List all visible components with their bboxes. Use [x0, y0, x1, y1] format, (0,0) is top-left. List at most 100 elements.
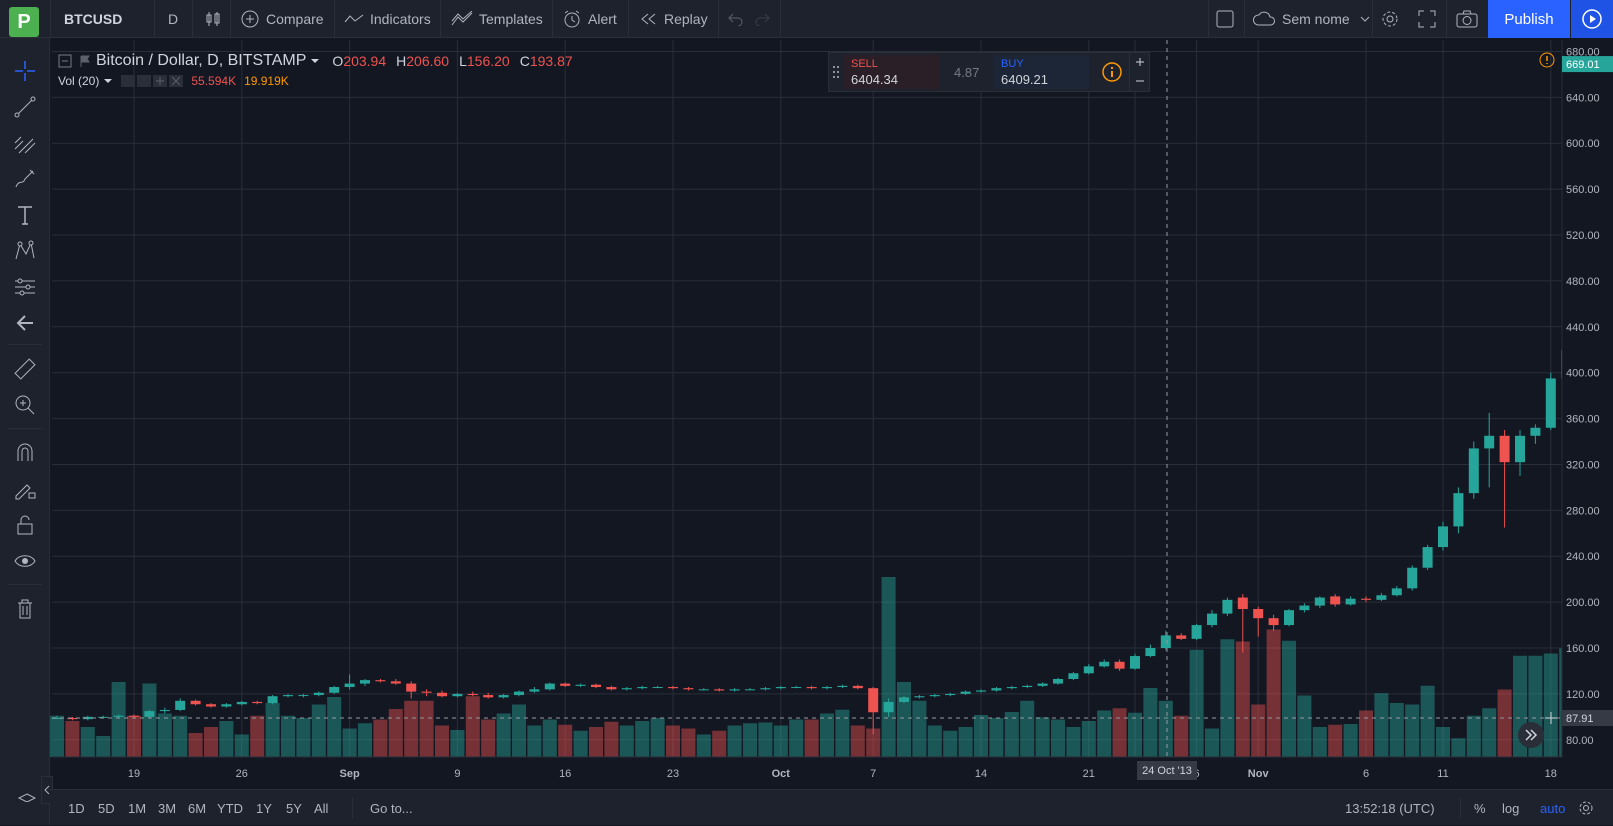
candle-body [1607, 282, 1613, 327]
redo-button[interactable] [754, 0, 770, 38]
lock-drawings-tool[interactable] [12, 512, 38, 538]
buy-sell-panel: SELL 6404.34 4.87 BUY 6409.21 [828, 52, 1150, 92]
object-tree-tool[interactable] [14, 778, 40, 804]
replay-button[interactable]: Replay [640, 0, 708, 38]
plus-icon[interactable] [1134, 56, 1146, 68]
range-button-6m[interactable]: 6M [188, 790, 206, 826]
drag-handle-icon[interactable] [832, 65, 840, 79]
pattern-tool[interactable] [12, 238, 38, 264]
price-tick-label: 560.00 [1566, 184, 1600, 196]
range-button-3m[interactable]: 3M [158, 790, 176, 826]
volume-bar [1158, 700, 1173, 757]
layout-toggle[interactable] [1216, 0, 1234, 38]
range-button-1d[interactable]: 1D [68, 790, 85, 826]
volume-bar [281, 715, 295, 757]
range-button-ytd[interactable]: YTD [217, 790, 243, 826]
price-chart[interactable]: 680.00640.00600.00560.00520.00480.00440.… [0, 0, 1613, 825]
volume-bar [388, 709, 403, 757]
candle-body [729, 689, 740, 691]
range-button-1m[interactable]: 1M [128, 790, 146, 826]
candle-body [1314, 597, 1325, 606]
stay-drawing-tool[interactable] [12, 476, 38, 502]
templates-button[interactable]: Templates [451, 0, 543, 38]
publish-button[interactable]: Publish [1488, 0, 1570, 38]
volume-bar [65, 721, 80, 757]
undo-button[interactable] [728, 0, 744, 38]
brush-tool[interactable] [12, 166, 38, 192]
log-scale-toggle[interactable]: log [1502, 790, 1519, 826]
measure-tool[interactable] [12, 356, 38, 382]
volume-title[interactable]: Vol (20) [58, 74, 99, 88]
symbol-title[interactable]: Bitcoin / Dollar, D, BITSTAMP [96, 52, 306, 70]
remove-drawings-tool[interactable] [12, 596, 38, 622]
candle-body [745, 689, 755, 691]
warning-icon[interactable] [1539, 52, 1555, 68]
time-tick-label: 21 [1083, 768, 1095, 780]
prediction-tool[interactable] [12, 274, 38, 300]
volume-bar [142, 683, 157, 757]
symbol-search[interactable]: BTCUSD [64, 0, 122, 38]
minus-icon[interactable] [1134, 75, 1146, 87]
caret-down-icon[interactable] [103, 76, 113, 86]
volume-bar [419, 700, 434, 757]
volume-bar [1035, 717, 1050, 757]
more-icon[interactable] [153, 75, 168, 87]
fullscreen-button[interactable] [1418, 0, 1436, 38]
volume-bar [727, 725, 742, 757]
range-button-1y[interactable]: 1Y [256, 790, 272, 826]
gear-icon[interactable] [137, 75, 152, 87]
volume-bar [1343, 724, 1358, 757]
volume-bar [80, 727, 95, 757]
candle-body [914, 696, 925, 698]
goto-date-button[interactable]: Go to... [370, 790, 413, 826]
settings-button[interactable] [1380, 0, 1400, 38]
candle-body [206, 704, 216, 707]
clock-time[interactable]: 13:52:18 (UTC) [1345, 790, 1435, 826]
info-icon[interactable] [1101, 61, 1123, 83]
volume-bar [1097, 710, 1112, 757]
hide-drawings-tool[interactable] [12, 548, 38, 574]
trend-line-tool[interactable] [12, 94, 38, 120]
eye-icon[interactable] [121, 75, 136, 87]
percent-scale-toggle[interactable]: % [1474, 790, 1486, 826]
candle-body [1545, 378, 1556, 428]
range-button-all[interactable]: All [314, 790, 328, 826]
zoom-tool[interactable] [12, 392, 38, 418]
snapshot-button[interactable] [1456, 0, 1478, 38]
fib-tool[interactable] [12, 130, 38, 156]
play-button[interactable] [1571, 0, 1613, 38]
app-logo[interactable]: P [9, 7, 39, 37]
sell-button[interactable]: SELL 6404.34 [843, 55, 939, 89]
candle-body [1176, 635, 1187, 639]
camera-icon [1456, 10, 1478, 28]
collapse-icon[interactable] [58, 54, 72, 68]
range-button-5y[interactable]: 5Y [286, 790, 302, 826]
chart-settings-button[interactable] [1578, 790, 1594, 826]
alert-label: Alert [588, 11, 617, 27]
candle-body [375, 680, 386, 682]
compare-button[interactable]: Compare [240, 0, 324, 38]
range-button-5d[interactable]: 5D [98, 790, 115, 826]
chart-style-button[interactable] [204, 0, 222, 38]
back-tool[interactable] [12, 310, 38, 336]
caret-down-icon[interactable] [310, 56, 320, 66]
scroll-to-realtime-button[interactable] [1518, 722, 1544, 748]
flag-icon[interactable] [78, 54, 92, 68]
candle-body [1484, 435, 1495, 449]
crosshair [52, 40, 1562, 757]
gear-icon [1382, 11, 1398, 27]
auto-scale-toggle[interactable]: auto [1540, 790, 1565, 826]
candle-body [406, 683, 417, 692]
layout-name-button[interactable]: Sem nome [1252, 0, 1372, 38]
crosshair-tool[interactable] [12, 58, 38, 84]
close-icon[interactable] [169, 75, 184, 87]
top-toolbar: P BTCUSD D Compare Indicators Templates … [0, 0, 1613, 38]
buy-button[interactable]: BUY 6409.21 [993, 55, 1089, 89]
volume-bar [789, 719, 804, 757]
magnet-tool[interactable] [12, 440, 38, 466]
alert-button[interactable]: Alert [562, 0, 617, 38]
indicators-button[interactable]: Indicators [344, 0, 431, 38]
interval-button[interactable]: D [168, 0, 178, 38]
text-tool[interactable] [12, 202, 38, 228]
open-value: 203.94 [343, 53, 387, 69]
